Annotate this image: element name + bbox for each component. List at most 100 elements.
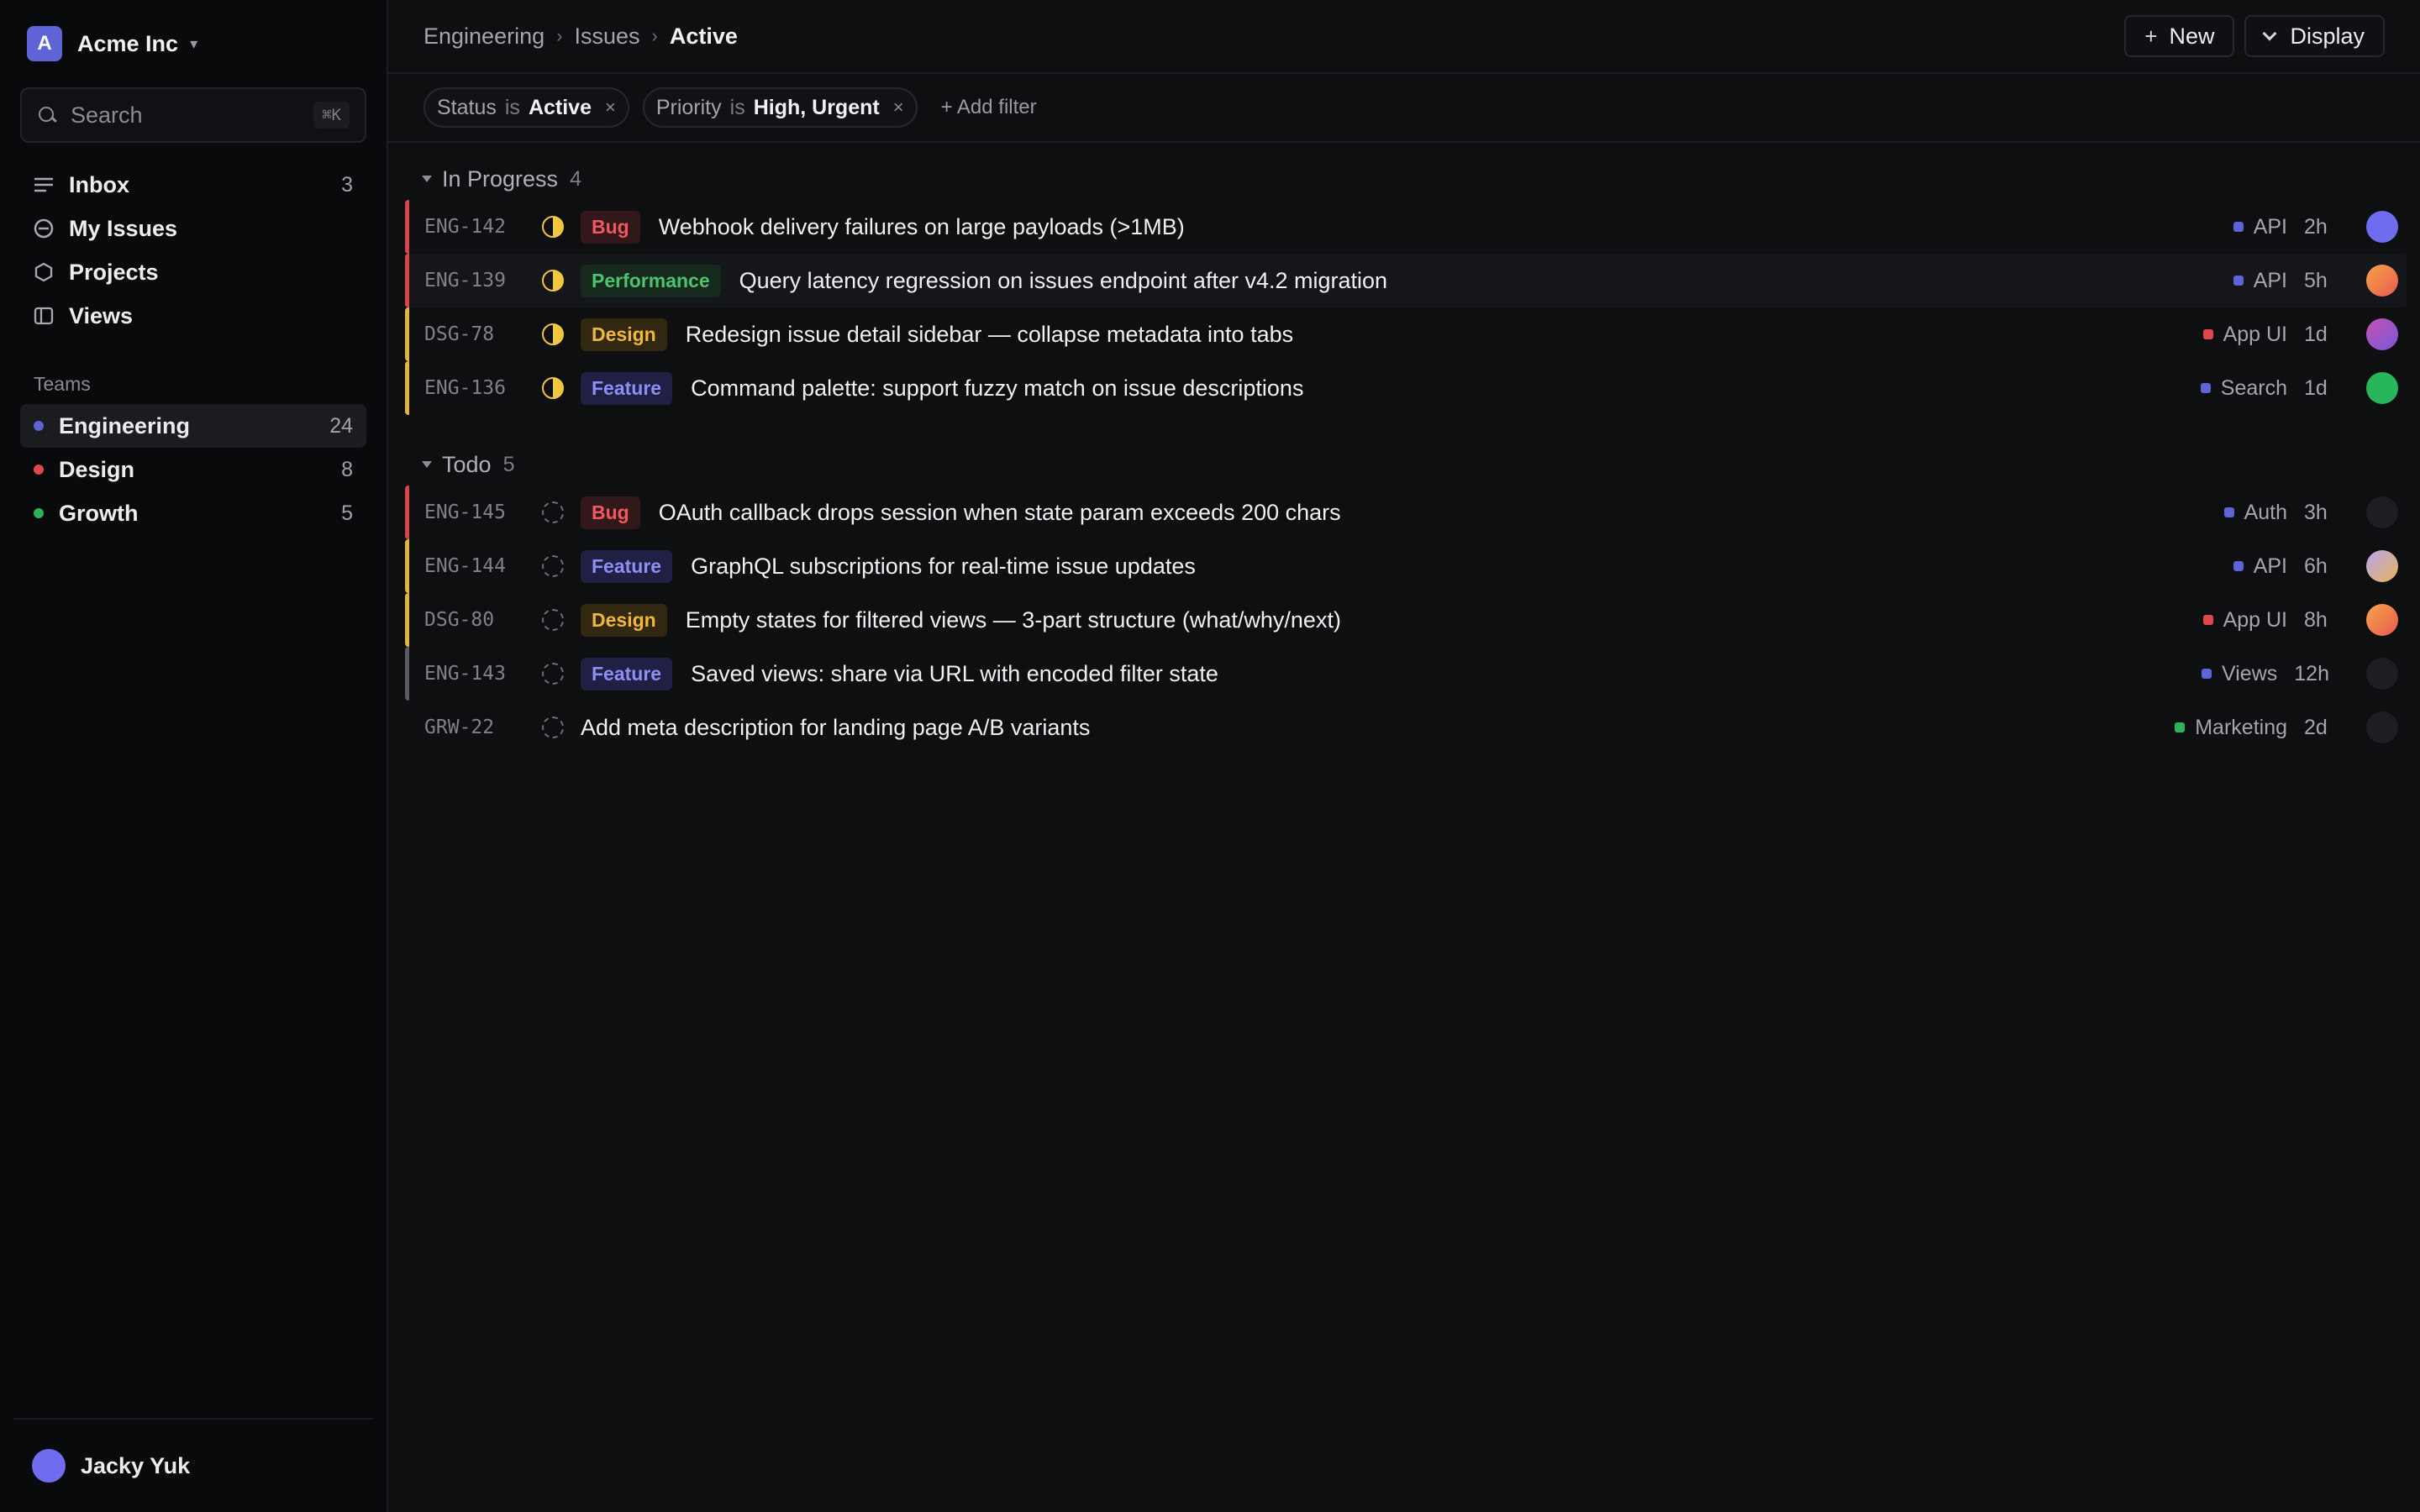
issue-list: In Progress 4 ENG-142 Bug Webhook delive… — [388, 143, 2420, 754]
issue-label: Feature — [581, 549, 673, 583]
plus-icon: + — [2144, 23, 2158, 49]
filter-value: Active — [528, 95, 592, 119]
issue-row[interactable]: ENG-139 Performance Query latency regres… — [405, 254, 2407, 307]
issue-age: 3h — [2304, 500, 2328, 524]
breadcrumb-section[interactable]: Issues — [574, 24, 639, 50]
project-name: App UI — [2223, 607, 2287, 632]
issue-age: 6h — [2304, 554, 2328, 578]
issue-project: App UI 1d — [2202, 323, 2329, 347]
issue-project: Auth 3h — [2223, 500, 2329, 525]
nav-item-my-issues[interactable]: My Issues — [20, 207, 366, 250]
issue-age: 5h — [2304, 268, 2328, 292]
main-content: Engineering › Issues › Active + New Disp… — [388, 0, 2420, 1512]
filter-chip-priority[interactable]: Priority is High, Urgent × — [642, 87, 918, 128]
issue-id: ENG-145 — [424, 501, 506, 523]
issue-label: Feature — [581, 657, 673, 690]
team-color-dot — [34, 508, 44, 518]
team-label: Engineering — [59, 412, 191, 438]
issue-row[interactable]: DSG-78 Design Redesign issue detail side… — [405, 307, 2407, 361]
assignee-avatar[interactable] — [2366, 550, 2398, 582]
team-item-design[interactable]: Design 8 — [20, 448, 366, 491]
assignee-avatar[interactable] — [2366, 711, 2398, 743]
issue-title: Add meta description for landing page A/… — [581, 714, 1091, 740]
teams-header: Teams — [34, 373, 91, 395]
issue-row[interactable]: ENG-142 Bug Webhook delivery failures on… — [405, 200, 2407, 254]
breadcrumb-team[interactable]: Engineering — [424, 24, 544, 50]
in-progress-status-icon[interactable] — [542, 216, 564, 238]
search-placeholder: Search — [71, 102, 143, 128]
chevron-down-icon — [2262, 26, 2277, 41]
assignee-avatar[interactable] — [2366, 496, 2398, 528]
issue-id: ENG-142 — [424, 216, 506, 238]
workspace-switcher[interactable]: A Acme Inc ▾ — [20, 0, 366, 87]
project-color-dot — [2233, 222, 2244, 232]
team-item-growth[interactable]: Growth 5 — [20, 491, 366, 535]
issue-label: Bug — [581, 496, 640, 529]
search-input[interactable]: Search ⌘K — [20, 87, 366, 143]
workspace-name: Acme Inc — [77, 30, 179, 56]
group-header-todo[interactable]: Todo 5 — [405, 444, 2407, 486]
team-count: 24 — [329, 413, 353, 438]
todo-status-icon[interactable] — [542, 555, 564, 577]
team-item-engineering[interactable]: Engineering 24 — [20, 404, 366, 448]
in-progress-status-icon[interactable] — [542, 270, 564, 291]
issue-row[interactable]: ENG-143 Feature Saved views: share via U… — [405, 647, 2407, 701]
team-count: 8 — [341, 457, 353, 481]
workspace-logo: A — [27, 26, 62, 61]
issue-row[interactable]: ENG-145 Bug OAuth callback drops session… — [405, 486, 2407, 539]
issue-id: ENG-136 — [424, 377, 506, 399]
issue-label: Design — [581, 603, 667, 637]
in-progress-status-icon[interactable] — [542, 323, 564, 345]
chevron-right-icon: › — [556, 25, 563, 46]
nav-item-inbox[interactable]: Inbox 3 — [20, 163, 366, 207]
assignee-avatar[interactable] — [2366, 211, 2398, 243]
new-issue-button[interactable]: + New — [2124, 15, 2235, 57]
issue-project: API 5h — [2233, 269, 2329, 293]
todo-status-icon[interactable] — [542, 717, 564, 738]
issue-title: GraphQL subscriptions for real-time issu… — [691, 553, 1196, 579]
nav-item-views[interactable]: Views — [20, 294, 366, 338]
team-color-dot — [34, 421, 44, 431]
in-progress-status-icon[interactable] — [542, 377, 564, 399]
close-icon[interactable]: × — [893, 97, 904, 118]
todo-status-icon[interactable] — [542, 609, 564, 631]
team-color-dot — [34, 465, 44, 475]
filter-value: High, Urgent — [753, 95, 880, 119]
project-color-dot — [2233, 276, 2244, 286]
todo-status-icon[interactable] — [542, 501, 564, 523]
project-color-dot — [2202, 669, 2212, 679]
filter-chip-status[interactable]: Status is Active × — [424, 87, 629, 128]
issue-project: API 2h — [2233, 215, 2329, 239]
assignee-avatar[interactable] — [2366, 658, 2398, 690]
issue-row[interactable]: ENG-144 Feature GraphQL subscriptions fo… — [405, 539, 2407, 593]
assignee-avatar[interactable] — [2366, 318, 2398, 350]
issue-project: API 6h — [2233, 554, 2329, 579]
issue-age: 2h — [2304, 214, 2328, 239]
inbox-icon — [34, 175, 54, 195]
user-menu[interactable]: Jacky Yuk — [13, 1418, 373, 1512]
group-count: 4 — [570, 166, 581, 191]
project-color-dot — [2202, 615, 2213, 625]
nav-item-projects[interactable]: Projects — [20, 250, 366, 294]
assignee-avatar[interactable] — [2366, 265, 2398, 297]
issue-project: App UI 8h — [2202, 607, 2329, 633]
issue-row[interactable]: GRW-22 Add meta description for landing … — [405, 701, 2407, 754]
project-color-dot — [2233, 561, 2244, 571]
issue-row[interactable]: ENG-136 Feature Command palette: support… — [405, 361, 2407, 415]
avatar — [32, 1449, 66, 1483]
issue-label: Design — [581, 318, 667, 351]
assignee-avatar[interactable] — [2366, 604, 2398, 636]
nav-count: 3 — [341, 172, 353, 197]
app-window: A Acme Inc ▾ Search ⌘K Inbox 3 My Issues — [0, 0, 2420, 1512]
todo-status-icon[interactable] — [542, 663, 564, 685]
add-filter-button[interactable]: + Add filter — [941, 96, 1037, 119]
display-button[interactable]: Display — [2244, 15, 2385, 57]
group-header-in-progress[interactable]: In Progress 4 — [405, 158, 2407, 200]
project-color-dot — [2202, 329, 2213, 339]
chevron-right-icon: › — [651, 25, 658, 46]
close-icon[interactable]: × — [605, 97, 616, 118]
assignee-avatar[interactable] — [2366, 372, 2398, 404]
issue-row[interactable]: DSG-80 Design Empty states for filtered … — [405, 593, 2407, 647]
project-name: API — [2253, 554, 2287, 578]
